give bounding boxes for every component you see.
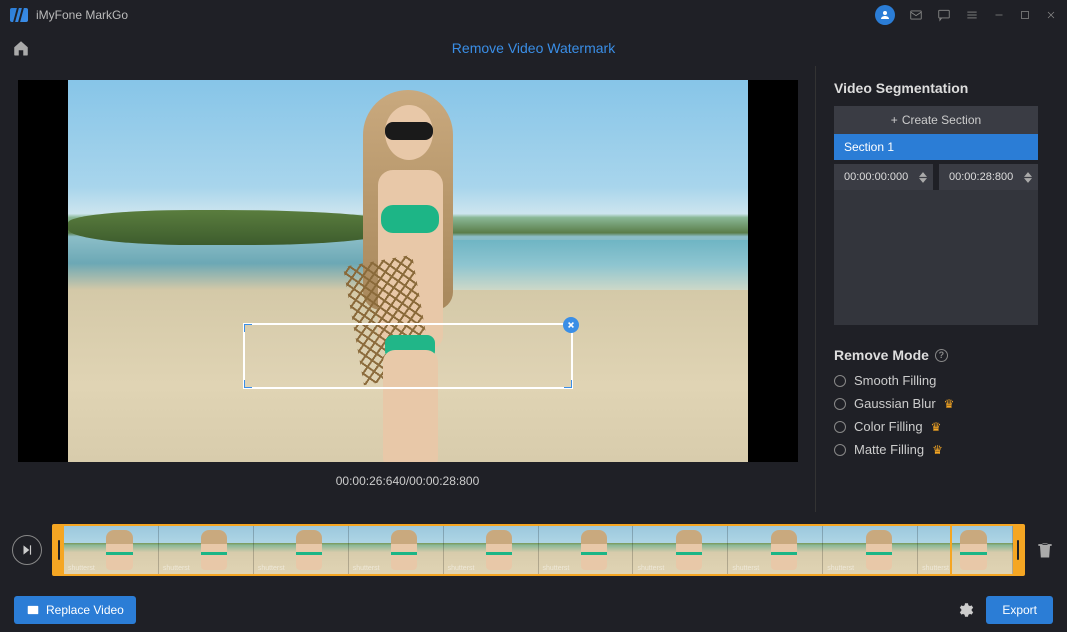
timeline-thumbnail[interactable]: shutterst bbox=[823, 526, 918, 574]
mode-option-list: Smooth FillingGaussian Blur♛Color Fillin… bbox=[834, 373, 1053, 457]
radio-icon bbox=[834, 375, 846, 387]
mode-option[interactable]: Smooth Filling bbox=[834, 373, 1053, 388]
watermark-label: shutterst bbox=[448, 565, 475, 572]
resize-handle-tl[interactable] bbox=[244, 324, 252, 332]
resize-handle-br[interactable] bbox=[564, 380, 572, 388]
help-icon[interactable]: ? bbox=[935, 349, 948, 362]
create-section-button[interactable]: + Create Section bbox=[834, 106, 1038, 134]
spinner-icon bbox=[919, 172, 927, 183]
video-preview[interactable] bbox=[68, 80, 748, 462]
timeline-thumbnail[interactable]: shutterst bbox=[444, 526, 539, 574]
timeline-thumbnail[interactable]: shutterst bbox=[64, 526, 159, 574]
main-area: 00:00:26:640/00:00:28:800 Video Segmenta… bbox=[0, 66, 1067, 512]
section-item[interactable]: Section 1 bbox=[834, 134, 1038, 160]
crown-icon: ♛ bbox=[944, 397, 955, 411]
app-title: iMyFone MarkGo bbox=[36, 8, 128, 22]
time-inputs: 00:00:00:000 00:00:28:800 bbox=[834, 164, 1053, 190]
titlebar-left: iMyFone MarkGo bbox=[10, 8, 128, 22]
radio-icon bbox=[834, 398, 846, 410]
radio-icon bbox=[834, 421, 846, 433]
timecode-display: 00:00:26:640/00:00:28:800 bbox=[336, 474, 480, 488]
sidebar: Video Segmentation + Create Section Sect… bbox=[815, 66, 1067, 512]
app-logo-icon bbox=[10, 8, 28, 22]
video-container bbox=[18, 80, 798, 462]
watermark-label: shutterst bbox=[732, 565, 759, 572]
user-account-button[interactable] bbox=[875, 5, 895, 25]
plus-icon: + bbox=[891, 113, 898, 127]
mode-label: Gaussian Blur bbox=[854, 396, 936, 411]
watermark-label: shutterst bbox=[258, 565, 285, 572]
watermark-label: shutterst bbox=[922, 565, 949, 572]
mail-icon[interactable] bbox=[909, 8, 923, 22]
minimize-button[interactable] bbox=[993, 9, 1005, 21]
watermark-label: shutterst bbox=[353, 565, 380, 572]
close-button[interactable] bbox=[1045, 9, 1057, 21]
titlebar-right bbox=[875, 5, 1057, 25]
home-button[interactable] bbox=[12, 39, 30, 57]
timeline-thumbnail[interactable]: shutterst bbox=[728, 526, 823, 574]
timeline-area: shutterst shutterst shutterst shutterst shut… bbox=[0, 512, 1067, 588]
radio-icon bbox=[834, 444, 846, 456]
user-icon bbox=[879, 9, 891, 21]
timeline-thumbnail[interactable]: shutterst bbox=[539, 526, 634, 574]
timeline-thumbnail[interactable]: shutterst bbox=[633, 526, 728, 574]
feedback-icon[interactable] bbox=[937, 8, 951, 22]
preview-area: 00:00:26:640/00:00:28:800 bbox=[0, 66, 815, 512]
bottom-right: Export bbox=[956, 596, 1053, 624]
selection-close-button[interactable] bbox=[563, 317, 579, 333]
image-icon bbox=[26, 603, 40, 617]
mode-option[interactable]: Matte Filling ♛ bbox=[834, 442, 1053, 457]
section-list-area bbox=[834, 190, 1038, 325]
timeline-thumbnail[interactable]: shutterst bbox=[254, 526, 349, 574]
skip-forward-button[interactable] bbox=[12, 535, 42, 565]
bottombar: Replace Video Export bbox=[0, 588, 1067, 632]
mode-option[interactable]: Gaussian Blur ♛ bbox=[834, 396, 1053, 411]
crown-icon: ♛ bbox=[932, 443, 943, 457]
spinner-icon bbox=[1024, 172, 1032, 183]
timeline-handle-left[interactable] bbox=[54, 526, 64, 574]
timeline-thumbnail[interactable]: shutterst bbox=[918, 526, 1013, 574]
timeline-thumbnail[interactable]: shutterst bbox=[349, 526, 444, 574]
watermark-label: shutterst bbox=[543, 565, 570, 572]
delete-button[interactable] bbox=[1035, 540, 1055, 560]
mode-label: Color Filling bbox=[854, 419, 923, 434]
watermark-label: shutterst bbox=[68, 565, 95, 572]
watermark-label: shutterst bbox=[163, 565, 190, 572]
remove-mode-panel: Remove Mode ? Smooth Filling Gaussian Blu… bbox=[834, 347, 1053, 457]
timeline-handle-right[interactable] bbox=[1013, 526, 1023, 574]
tabbar: Remove Video Watermark bbox=[0, 30, 1067, 66]
replace-video-button[interactable]: Replace Video bbox=[14, 596, 136, 624]
timeline-track[interactable]: shutterst shutterst shutterst shutterst shut… bbox=[52, 524, 1025, 576]
crown-icon: ♛ bbox=[931, 420, 942, 434]
segmentation-heading: Video Segmentation bbox=[834, 80, 1053, 96]
mode-label: Smooth Filling bbox=[854, 373, 936, 388]
end-time-input[interactable]: 00:00:28:800 bbox=[939, 164, 1038, 190]
resize-handle-bl[interactable] bbox=[244, 380, 252, 388]
settings-button[interactable] bbox=[956, 601, 974, 619]
start-time-input[interactable]: 00:00:00:000 bbox=[834, 164, 933, 190]
timeline-thumbnail[interactable]: shutterst bbox=[159, 526, 254, 574]
watermark-label: shutterst bbox=[827, 565, 854, 572]
mode-label: Matte Filling bbox=[854, 442, 924, 457]
timeline-thumbnails: shutterst shutterst shutterst shutterst shut… bbox=[64, 526, 1013, 574]
watermark-selection-box[interactable] bbox=[243, 323, 573, 389]
titlebar: iMyFone MarkGo bbox=[0, 0, 1067, 30]
export-button[interactable]: Export bbox=[986, 596, 1053, 624]
maximize-button[interactable] bbox=[1019, 9, 1031, 21]
remove-mode-heading: Remove Mode ? bbox=[834, 347, 1053, 363]
page-title: Remove Video Watermark bbox=[30, 40, 1037, 56]
menu-icon[interactable] bbox=[965, 8, 979, 22]
mode-option[interactable]: Color Filling ♛ bbox=[834, 419, 1053, 434]
watermark-label: shutterst bbox=[637, 565, 664, 572]
